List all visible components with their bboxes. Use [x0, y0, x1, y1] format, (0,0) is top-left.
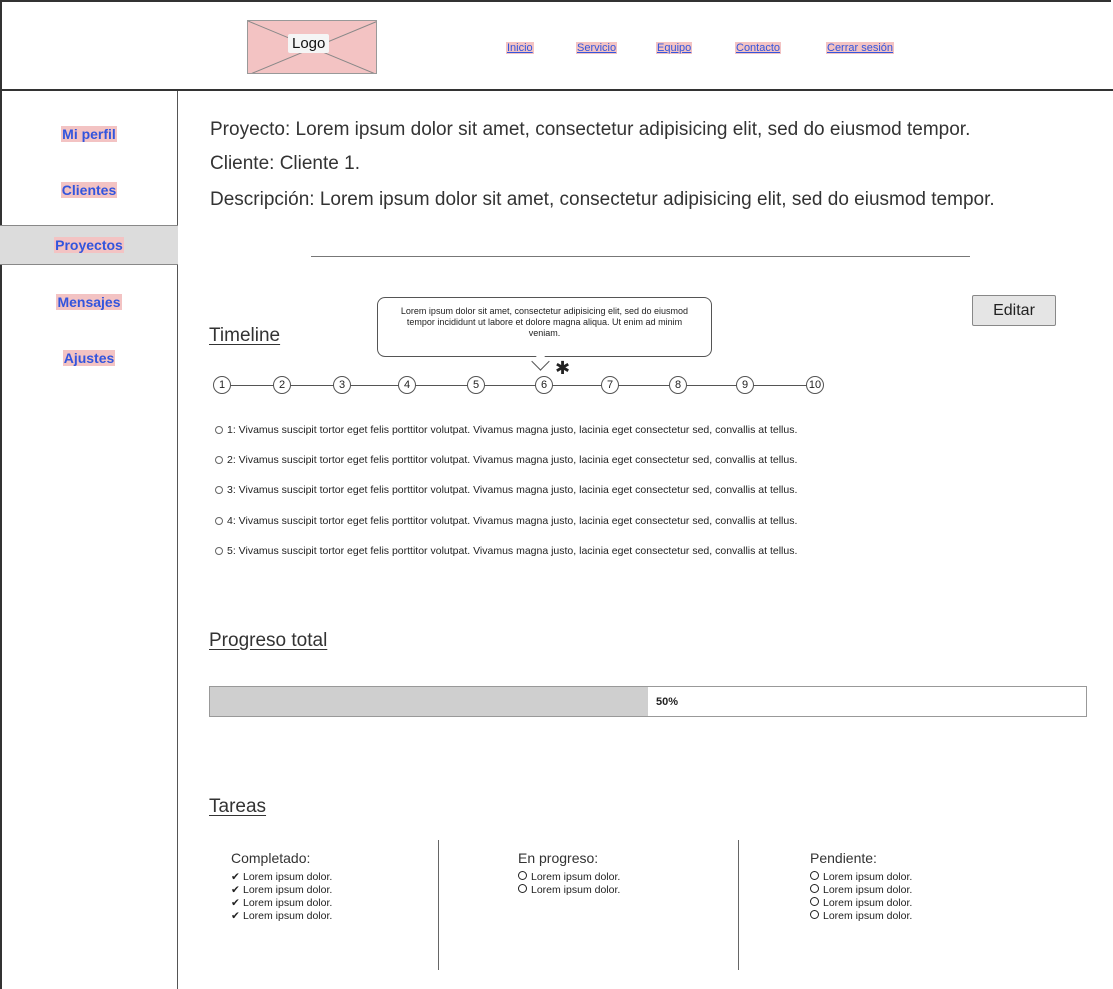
sidebar-item-label: Mi perfil: [61, 126, 117, 142]
tasks-column-completado: Completado: ✔ Lorem ipsum dolor. ✔ Lorem i…: [231, 850, 332, 923]
nav-link-cerrar-sesion[interactable]: Cerrar sesión: [826, 42, 895, 54]
logo[interactable]: Logo: [247, 20, 377, 74]
circle-icon: [810, 871, 819, 880]
list-item: 3: Vivamus suscipit tortor eget felis po…: [215, 484, 797, 496]
progress-bar: 50%: [209, 686, 1087, 717]
column-divider: [438, 840, 439, 970]
timeline-node-5[interactable]: 5: [467, 376, 485, 394]
timeline-node-7[interactable]: 7: [601, 376, 619, 394]
divider: [311, 256, 970, 257]
checkmark-icon: ✔: [231, 884, 240, 896]
tasks-title: Tareas: [209, 796, 267, 817]
sidebar-item-label: Mensajes: [56, 294, 122, 310]
circle-icon: [518, 871, 527, 880]
checkmark-icon: ✔: [231, 897, 240, 909]
project-name: Proyecto: Lorem ipsum dolor sit amet, co…: [210, 119, 971, 140]
logo-text: Logo: [288, 34, 330, 53]
task-item: Lorem ipsum dolor.: [810, 871, 912, 884]
bullet-icon: [215, 426, 223, 435]
nav-link-inicio[interactable]: Inicio: [506, 42, 534, 54]
list-item: 2: Vivamus suscipit tortor eget felis po…: [215, 454, 797, 466]
list-item: 1: Vivamus suscipit tortor eget felis po…: [215, 424, 797, 436]
sidebar-item-label: Ajustes: [62, 350, 116, 366]
timeline-tooltip: Lorem ipsum dolor sit amet, consectetur …: [377, 297, 712, 357]
checkmark-icon: ✔: [231, 910, 240, 922]
progress-title: Progreso total: [209, 630, 328, 651]
project-client: Cliente: Cliente 1.: [210, 153, 360, 174]
timeline-node-2[interactable]: 2: [273, 376, 291, 394]
sidebar: Mi perfil Clientes Proyectos Mensajes Aj…: [0, 91, 178, 989]
timeline-node-6[interactable]: 6: [535, 376, 553, 394]
timeline-node-8[interactable]: 8: [669, 376, 687, 394]
circle-icon: [518, 884, 527, 893]
tasks-column-heading: Pendiente:: [810, 850, 877, 866]
circle-icon: [810, 897, 819, 906]
progress-fill: [210, 687, 648, 716]
bullet-icon: [215, 486, 223, 495]
task-item: Lorem ipsum dolor.: [810, 884, 912, 897]
tasks-column-pendiente: Pendiente: Lorem ipsum dolor. Lorem ipsu…: [810, 850, 912, 923]
task-item: ✔ Lorem ipsum dolor.: [231, 897, 333, 909]
timeline-node-4[interactable]: 4: [398, 376, 416, 394]
sidebar-item-mi-perfil[interactable]: Mi perfil: [0, 126, 178, 142]
nav-link-servicio[interactable]: Servicio: [576, 42, 618, 54]
timeline-line: [222, 385, 817, 386]
circle-icon: [810, 910, 819, 919]
checkmark-icon: ✔: [231, 871, 240, 883]
sidebar-item-ajustes[interactable]: Ajustes: [0, 350, 178, 366]
progress-label: 50%: [656, 696, 679, 708]
tasks-column-en-progreso: En progreso: Lorem ipsum dolor. Lorem ip…: [518, 850, 620, 897]
nav-link-contacto[interactable]: Contacto: [735, 42, 782, 54]
nav-link-equipo[interactable]: Equipo: [656, 42, 693, 54]
task-item: ✔ Lorem ipsum dolor.: [231, 910, 333, 922]
task-item: Lorem ipsum dolor.: [810, 897, 912, 910]
header: Logo Inicio Servicio Equipo Contacto Cer…: [0, 0, 1113, 91]
column-divider: [738, 840, 739, 970]
sidebar-item-label: Clientes: [60, 182, 118, 198]
asterisk-marker-icon: ✱: [555, 358, 571, 378]
timeline-node-3[interactable]: 3: [333, 376, 351, 394]
list-item: 4: Vivamus suscipit tortor eget felis po…: [215, 515, 797, 527]
sidebar-item-proyectos[interactable]: Proyectos: [0, 225, 178, 265]
sidebar-item-mensajes[interactable]: Mensajes: [0, 294, 178, 310]
timeline-title: Timeline: [209, 325, 281, 346]
bullet-icon: [215, 456, 223, 465]
bullet-icon: [215, 517, 223, 526]
sidebar-item-label: Proyectos: [54, 237, 124, 253]
timeline-node-1[interactable]: 1: [213, 376, 231, 394]
project-description: Descripción: Lorem ipsum dolor sit amet,…: [210, 189, 995, 210]
timeline-node-10[interactable]: 10: [806, 376, 824, 394]
task-item: Lorem ipsum dolor.: [810, 910, 912, 923]
task-item: ✔ Lorem ipsum dolor.: [231, 871, 333, 883]
sidebar-item-clientes[interactable]: Clientes: [0, 182, 178, 198]
task-item: Lorem ipsum dolor.: [518, 871, 620, 884]
tasks-column-heading: Completado:: [231, 850, 311, 866]
timeline-node-9[interactable]: 9: [736, 376, 754, 394]
circle-icon: [810, 884, 819, 893]
task-item: ✔ Lorem ipsum dolor.: [231, 884, 333, 896]
tasks-column-heading: En progreso:: [518, 850, 599, 866]
list-item: 5: Vivamus suscipit tortor eget felis po…: [215, 545, 797, 557]
edit-button[interactable]: Editar: [972, 295, 1056, 326]
bullet-icon: [215, 547, 223, 556]
task-item: Lorem ipsum dolor.: [518, 884, 620, 897]
